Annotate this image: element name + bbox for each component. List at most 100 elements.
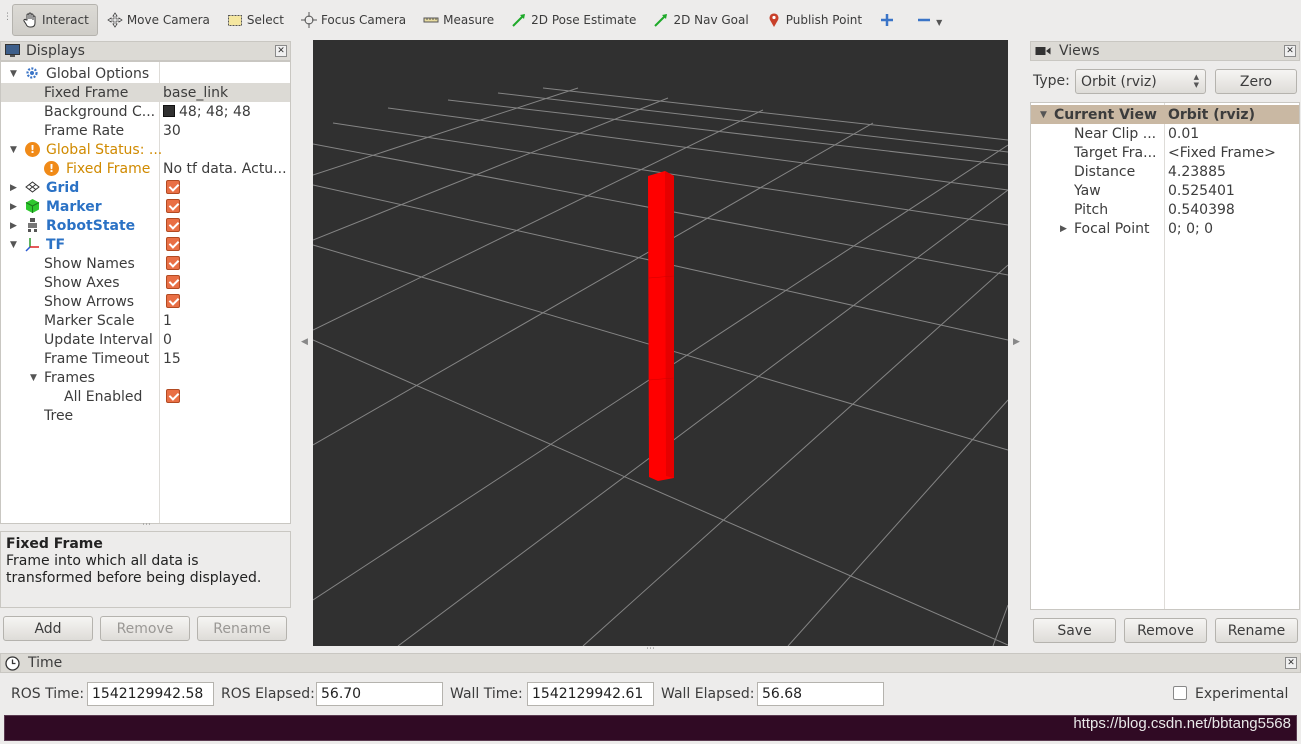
tree-row-robot-state[interactable]: ▶ RobotState	[1, 216, 290, 235]
help-text: Frame into which all data is transformed…	[6, 553, 262, 586]
close-icon[interactable]: ✕	[275, 45, 287, 57]
chevron-down-icon[interactable]: ▼	[10, 69, 17, 79]
show-axes-checkbox[interactable]	[166, 275, 180, 289]
distance-value[interactable]: 4.23885	[1168, 164, 1226, 180]
frame-timeout-value[interactable]: 15	[163, 351, 289, 367]
tree-row-yaw[interactable]: Yaw 0.525401	[1031, 181, 1299, 200]
wall-time-field[interactable]: 1542129942.61	[527, 681, 654, 706]
3d-viewport[interactable]	[313, 40, 1008, 646]
frame-rate-value[interactable]: 30	[163, 123, 289, 139]
tree-row-frames[interactable]: ▼ Frames	[1, 368, 290, 387]
background-color-value[interactable]: 48; 48; 48	[163, 104, 289, 120]
color-swatch	[163, 104, 175, 117]
target-frame-value[interactable]: <Fixed Frame>	[1168, 145, 1276, 161]
add-tool-button[interactable]	[870, 4, 907, 36]
ros-time-field[interactable]: 1542129942.58	[87, 681, 214, 706]
tree-row-tf[interactable]: ▼ TF	[1, 235, 290, 254]
splitter-handle[interactable]: ⋯	[142, 520, 151, 530]
chevron-down-icon[interactable]: ▼	[1040, 110, 1047, 120]
tree-row-marker[interactable]: ▶ Marker	[1, 197, 290, 216]
tree-row-current-view[interactable]: ▼ Current View Orbit (rviz)	[1031, 105, 1299, 124]
chevron-down-icon[interactable]: ▼	[10, 145, 17, 155]
rename-view-button[interactable]: Rename	[1215, 618, 1298, 643]
chevron-down-icon: ▼	[936, 18, 943, 27]
tf-checkbox[interactable]	[166, 237, 180, 251]
all-enabled-checkbox[interactable]	[166, 389, 180, 403]
yaw-value[interactable]: 0.525401	[1168, 183, 1235, 199]
current-view-value: Orbit (rviz)	[1168, 106, 1255, 123]
tree-row-grid[interactable]: ▶ Grid	[1, 178, 290, 197]
save-view-button[interactable]: Save	[1033, 618, 1116, 643]
green-arrow-icon	[510, 11, 528, 29]
fixed-frame-label: Fixed Frame	[44, 84, 129, 101]
marker-scale-label: Marker Scale	[44, 312, 135, 329]
tool-publish-point[interactable]: Publish Point	[757, 4, 870, 36]
close-icon[interactable]: ✕	[1285, 657, 1297, 669]
collapse-right-arrow[interactable]: ▶	[1013, 337, 1020, 347]
tree-row-pitch[interactable]: Pitch 0.540398	[1031, 200, 1299, 219]
background-color-text: 48; 48; 48	[179, 103, 251, 120]
warning-icon: !	[25, 142, 40, 157]
chevron-right-icon[interactable]: ▶	[10, 202, 17, 212]
add-display-button[interactable]: Add	[3, 616, 93, 641]
rename-display-button[interactable]: Rename	[197, 616, 287, 641]
experimental-checkbox[interactable]	[1173, 686, 1187, 700]
wall-elapsed-field[interactable]: 56.68	[757, 681, 884, 706]
tree-row-focal-point[interactable]: ▶ Focal Point 0; 0; 0	[1031, 219, 1299, 238]
red-box-marker[interactable]	[648, 171, 675, 481]
tree-row-target-frame[interactable]: Target Fra... <Fixed Frame>	[1031, 143, 1299, 162]
remove-tool-button[interactable]: ▼	[907, 4, 950, 36]
focal-point-value[interactable]: 0; 0; 0	[1168, 221, 1213, 237]
displays-title: Displays	[26, 43, 85, 59]
tool-interact[interactable]: Interact	[12, 3, 98, 36]
tree-row-background-color[interactable]: Background C... 48; 48; 48	[1, 102, 290, 121]
tree-row-global-status[interactable]: ▼ ! Global Status: ...	[1, 140, 290, 159]
spinner-arrows-icon: ▲ ▼	[1193, 73, 1199, 89]
show-names-checkbox[interactable]	[166, 256, 180, 270]
collapse-left-arrow[interactable]: ◀	[301, 337, 308, 347]
pitch-value[interactable]: 0.540398	[1168, 202, 1235, 218]
tree-row-all-enabled[interactable]: All Enabled	[1, 387, 290, 406]
zero-button[interactable]: Zero	[1215, 69, 1297, 94]
remove-display-button[interactable]: Remove	[100, 616, 190, 641]
view-type-select[interactable]: Orbit (rviz) ▲ ▼	[1075, 69, 1206, 94]
tool-2d-nav-goal[interactable]: 2D Nav Goal	[644, 4, 756, 36]
chevron-down-icon[interactable]: ▼	[10, 240, 17, 250]
show-arrows-checkbox[interactable]	[166, 294, 180, 308]
tree-row-global-options[interactable]: ▼ Global Options	[1, 64, 290, 83]
ros-elapsed-field[interactable]: 56.70	[316, 681, 443, 706]
tool-measure[interactable]: Measure	[414, 4, 502, 36]
tree-row-frame-rate[interactable]: Frame Rate 30	[1, 121, 290, 140]
tree-row-show-axes[interactable]: Show Axes	[1, 273, 290, 292]
tree-row-marker-scale[interactable]: Marker Scale 1	[1, 311, 290, 330]
toolbar-grip[interactable]: ⋮	[3, 12, 12, 22]
robot-state-checkbox[interactable]	[166, 218, 180, 232]
robot-state-label: RobotState	[46, 217, 136, 234]
tool-2d-pose-estimate[interactable]: 2D Pose Estimate	[502, 4, 644, 36]
tree-row-frame-timeout[interactable]: Frame Timeout 15	[1, 349, 290, 368]
chevron-down-icon[interactable]: ▼	[30, 373, 37, 383]
tree-row-distance[interactable]: Distance 4.23885	[1031, 162, 1299, 181]
monitor-icon	[5, 44, 20, 58]
tool-move-camera[interactable]: Move Camera	[98, 4, 218, 36]
remove-view-button[interactable]: Remove	[1124, 618, 1207, 643]
tree-row-near-clip[interactable]: Near Clip ... 0.01	[1031, 124, 1299, 143]
marker-scale-value[interactable]: 1	[163, 313, 289, 329]
close-icon[interactable]: ✕	[1284, 45, 1296, 57]
tree-row-tree[interactable]: Tree	[1, 406, 290, 425]
chevron-right-icon[interactable]: ▶	[1060, 224, 1067, 234]
tree-row-status-fixed-frame[interactable]: ! Fixed Frame No tf data. Actu...	[1, 159, 290, 178]
tool-select[interactable]: Select	[218, 4, 292, 36]
grid-checkbox[interactable]	[166, 180, 180, 194]
tool-focus-camera[interactable]: Focus Camera	[292, 4, 414, 36]
tree-row-update-interval[interactable]: Update Interval 0	[1, 330, 290, 349]
tree-row-show-names[interactable]: Show Names	[1, 254, 290, 273]
fixed-frame-value[interactable]: base_link	[163, 85, 289, 101]
chevron-right-icon[interactable]: ▶	[10, 221, 17, 231]
tree-row-fixed-frame[interactable]: Fixed Frame base_link	[1, 83, 290, 102]
near-clip-value[interactable]: 0.01	[1168, 126, 1199, 142]
marker-checkbox[interactable]	[166, 199, 180, 213]
chevron-right-icon[interactable]: ▶	[10, 183, 17, 193]
tree-row-show-arrows[interactable]: Show Arrows	[1, 292, 290, 311]
update-interval-value[interactable]: 0	[163, 332, 289, 348]
